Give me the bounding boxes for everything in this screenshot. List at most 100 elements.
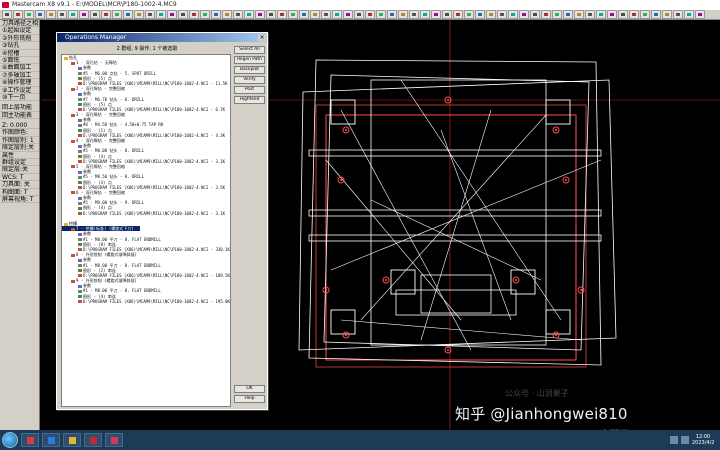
menu-item[interactable]: ②外形铣削 [0,35,39,43]
toolbar-button[interactable] [332,10,342,19]
menu-item[interactable]: WCS: T [0,174,39,182]
toolbar-button[interactable] [387,10,397,19]
menu-item[interactable]: 作图层别: 1 [0,137,39,145]
toolbar-button[interactable] [46,10,56,19]
toolbar-button[interactable] [519,10,529,19]
toolbar-button[interactable] [354,10,364,19]
menu-item[interactable]: 限定层别:关 [0,144,39,152]
dialog-button-help[interactable]: Help [234,395,265,403]
menu-item[interactable]: 群组设定 [0,159,39,167]
toolbar-button[interactable] [178,10,188,19]
toolbar-button[interactable] [310,10,320,19]
toolbar-button[interactable] [420,10,430,19]
toolbar-button[interactable] [211,10,221,19]
taskbar-app-icon[interactable] [21,433,39,447]
toolbar-button[interactable] [673,10,683,19]
toolbar-button[interactable] [552,10,562,19]
toolbar-button[interactable] [541,10,551,19]
menu-item[interactable]: ①起始设定 [0,27,39,35]
toolbar-button[interactable] [288,10,298,19]
taskbar-app-icon[interactable] [63,433,81,447]
toolbar-button[interactable] [2,10,12,19]
toolbar-button[interactable] [486,10,496,19]
toolbar-button[interactable] [123,10,133,19]
menu-item[interactable]: Z: 0.000 [0,122,39,130]
toolbar-button[interactable] [475,10,485,19]
toolbar-button[interactable] [574,10,584,19]
toolbar-button[interactable] [530,10,540,19]
toolbar-button[interactable] [365,10,375,19]
toolbar-button[interactable] [398,10,408,19]
toolbar-button[interactable] [596,10,606,19]
toolbar-button[interactable] [662,10,672,19]
toolbar-button[interactable] [442,10,452,19]
clock[interactable]: 12:00 2023/4/2 [692,434,714,446]
taskbar-app-icon[interactable] [42,433,60,447]
toolbar-button[interactable] [299,10,309,19]
toolbar-button[interactable] [57,10,67,19]
menu-item[interactable]: ⑤面铣 [0,57,39,65]
toolbar-button[interactable] [508,10,518,19]
menu-item[interactable]: ⑧操作管理 [0,79,39,87]
toolbar-button[interactable] [464,10,474,19]
toolbar-button[interactable] [145,10,155,19]
toolbar-button[interactable] [189,10,199,19]
menu-item[interactable]: 刀具面: 关 [0,181,39,189]
toolbar-button[interactable] [585,10,595,19]
dialog-button-select-all[interactable]: Select All [234,46,265,54]
menu-item[interactable]: ⑨工作设定 [0,87,39,94]
menu-item[interactable]: 属性 [0,152,39,160]
toolbar-button[interactable] [90,10,100,19]
close-icon[interactable]: × [258,34,266,41]
dialog-button-verify[interactable]: Verify [234,76,265,84]
tree-item[interactable]: D:\PROGRAM FILES (X86)\MCAM9\MILL\NC\P18… [62,211,230,216]
toolbar-button[interactable] [24,10,34,19]
toolbar-button[interactable] [640,10,650,19]
menu-item[interactable]: 构图面: T [0,189,39,196]
toolbar-button[interactable] [167,10,177,19]
toolbar-button[interactable] [101,10,111,19]
toolbar-button[interactable] [156,10,166,19]
toolbar-button[interactable] [453,10,463,19]
toolbar-button[interactable] [321,10,331,19]
toolbar-button[interactable] [497,10,507,19]
start-button[interactable] [2,432,18,448]
menu-item[interactable]: 回上层功能 [0,104,39,112]
toolbar-button[interactable] [607,10,617,19]
toolbar-button[interactable] [343,10,353,19]
dialog-button-backplot[interactable]: Backplot [234,66,265,74]
toolbar-button[interactable] [563,10,573,19]
toolbar-button[interactable] [695,10,705,19]
tray-icon[interactable] [670,436,678,444]
toolbar-button[interactable] [629,10,639,19]
toolbar-button[interactable] [134,10,144,19]
toolbar-button[interactable] [651,10,661,19]
toolbar-button[interactable] [13,10,23,19]
taskbar-app-icon[interactable] [84,433,102,447]
taskbar-app-icon[interactable] [105,433,123,447]
toolbar-button[interactable] [68,10,78,19]
menu-item[interactable]: 刀具路径之相关设定 [0,20,39,28]
toolbar-button[interactable] [409,10,419,19]
toolbar-button[interactable] [233,10,243,19]
toolbar-button[interactable] [200,10,210,19]
dialog-button-highfeed[interactable]: Highfeed [234,96,265,104]
tree-operation[interactable]: 7 - 挖槽(标准) (螺旋式下刀) [62,226,140,232]
toolbar-button[interactable] [376,10,386,19]
toolbar-button[interactable] [244,10,254,19]
toolbar-button[interactable] [618,10,628,19]
toolbar-button[interactable] [222,10,232,19]
menu-item[interactable]: ⑥曲面加工 [0,64,39,72]
dialog-button-ok[interactable]: OK [234,385,265,393]
toolbar-button[interactable] [255,10,265,19]
menu-item[interactable]: 限定层:关 [0,166,39,174]
toolbar-button[interactable] [79,10,89,19]
toolbar-button[interactable] [35,10,45,19]
toolbar-button[interactable] [431,10,441,19]
menu-item[interactable]: 回主功能表 [0,112,39,120]
dialog-button-post[interactable]: Post [234,86,265,94]
menu-item[interactable]: ④挖槽 [0,50,39,57]
toolbar-button[interactable] [684,10,694,19]
menu-item[interactable]: 屏幕视角: T [0,196,39,204]
operations-tree[interactable]: 钻孔 1 - 深孔钻 - 无啄钻 参数 #5 - M6.00 点钻 - 5. SPOT… [61,54,231,407]
